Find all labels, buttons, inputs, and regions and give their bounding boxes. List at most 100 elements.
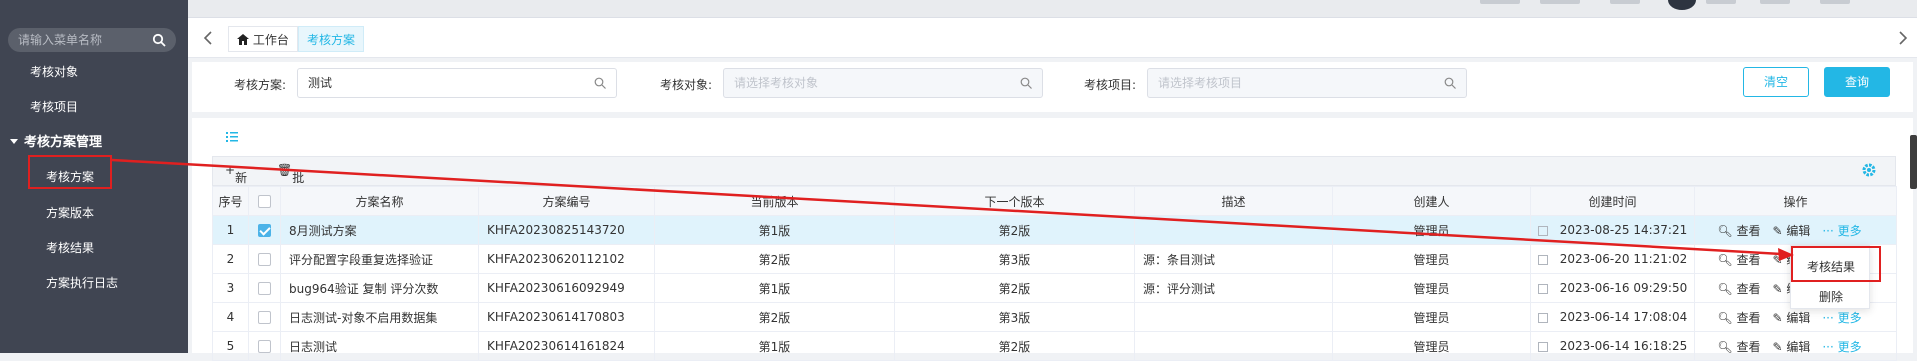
header-index: 序号: [212, 186, 249, 216]
row-creator: 管理员: [1332, 244, 1531, 274]
row-created-time: 2023-08-25 14:37:21: [1559, 223, 1688, 237]
table-row[interactable]: 4 日志测试-对象不启用数据集 KHFA20230614170803 第2版 第3版 管理…: [212, 302, 1897, 332]
more-button[interactable]: ··· 更多: [1822, 340, 1861, 354]
row-created-time: 2023-06-14 16:18:25: [1559, 339, 1688, 353]
table-row[interactable]: 3 bug964验证 复制 评分次数 KHFA20230616092949 第1版 第2…: [212, 273, 1897, 303]
item-filter-placeholder: 请选择考核项目: [1158, 76, 1243, 90]
side-scroll-handle[interactable]: [1910, 135, 1917, 189]
header-tool[interactable]: [1760, 0, 1790, 4]
row-current-version: 第1版: [654, 215, 895, 245]
view-button[interactable]: 🔍︎ 查看: [1717, 311, 1760, 325]
header-tool[interactable]: [1820, 0, 1850, 4]
row-creator: 管理员: [1332, 215, 1531, 245]
table-panel: + 新增 🗑 批量删除 序号 方案名称 方案编号 当前版本 下一个版本 描述 创…: [192, 118, 1913, 361]
view-button[interactable]: 🔍︎ 查看: [1717, 282, 1760, 296]
row-name: 日志测试: [280, 331, 479, 361]
row-select[interactable]: [248, 302, 281, 332]
sidebar-item-result[interactable]: 考核结果: [46, 239, 94, 256]
tab-assessment-plan[interactable]: 考核方案: [298, 26, 365, 52]
sidebar-item-execution-log[interactable]: 方案执行日志: [46, 274, 118, 291]
view-button[interactable]: 🔍︎ 查看: [1717, 340, 1760, 354]
header-tool[interactable]: [1540, 0, 1580, 4]
row-created-time-cell: 2023-06-20 11:21:02: [1530, 244, 1695, 274]
clear-button[interactable]: 清空: [1743, 67, 1809, 97]
query-button[interactable]: 查询: [1824, 67, 1890, 97]
row-index: 5: [212, 331, 249, 361]
gear-icon[interactable]: [1861, 162, 1877, 178]
row-checkbox[interactable]: [258, 282, 271, 295]
header-tool[interactable]: [1610, 0, 1640, 4]
sidebar-item-assessment-object[interactable]: 考核对象: [30, 63, 78, 80]
tab-home[interactable]: 工作台: [228, 26, 298, 52]
header-code: 方案编号: [478, 186, 655, 216]
row-current-version: 第1版: [654, 331, 895, 361]
row-creator: 管理员: [1332, 273, 1531, 303]
table-toolbar: + 新增 🗑 批量删除: [212, 156, 1896, 236]
row-index: 1: [212, 215, 249, 245]
select-all-checkbox[interactable]: [258, 195, 271, 208]
row-checkbox[interactable]: [258, 224, 271, 237]
search-icon[interactable]: [1444, 77, 1456, 89]
menu-search-input[interactable]: 请输入菜单名称: [8, 28, 176, 52]
filter-panel: 考核方案: 测试 考核对象: 请选择考核对象 考核项目: 请选择考核项目 清空 …: [192, 62, 1913, 112]
table-row[interactable]: 5 日志测试 KHFA20230614161824 第1版 第2版 管理员 2023-06-…: [212, 331, 1897, 361]
tabs-bar: 工作台 考核方案: [188, 18, 1917, 58]
view-button[interactable]: 🔍︎ 查看: [1717, 224, 1760, 238]
calendar-icon: [1537, 225, 1548, 236]
edit-label: 编辑: [1786, 223, 1811, 238]
row-select[interactable]: [248, 331, 281, 361]
more-button[interactable]: ··· 更多: [1822, 311, 1861, 325]
sidebar-item-assessment-item[interactable]: 考核项目: [30, 98, 78, 115]
chevron-left-icon[interactable]: [200, 28, 216, 48]
edit-button[interactable]: ✎ 编辑: [1772, 224, 1810, 238]
plan-filter-value: 测试: [308, 76, 333, 90]
search-icon[interactable]: [1020, 77, 1032, 89]
plan-filter-input[interactable]: 测试: [297, 68, 617, 98]
object-filter-input[interactable]: 请选择考核对象: [723, 68, 1043, 98]
menu-item-delete[interactable]: 删除: [1791, 288, 1871, 305]
row-name: 8月测试方案: [280, 215, 479, 245]
chevron-right-icon[interactable]: [1895, 28, 1911, 48]
more-button[interactable]: ··· 更多: [1822, 224, 1861, 238]
header-tool[interactable]: [1480, 0, 1520, 4]
row-select[interactable]: [248, 215, 281, 245]
row-created-time-cell: 2023-06-14 17:08:04: [1530, 302, 1695, 332]
row-index: 2: [212, 244, 249, 274]
header-description: 描述: [1134, 186, 1333, 216]
header-select-all[interactable]: [248, 186, 281, 216]
avatar[interactable]: [1668, 0, 1696, 10]
row-checkbox[interactable]: [258, 340, 271, 353]
view-label: 查看: [1736, 281, 1761, 296]
row-checkbox[interactable]: [258, 253, 271, 266]
row-index: 3: [212, 273, 249, 303]
row-code: KHFA20230614161824: [478, 331, 655, 361]
item-filter-input[interactable]: 请选择考核项目: [1147, 68, 1467, 98]
row-next-version: 第2版: [894, 331, 1135, 361]
search-icon[interactable]: [594, 77, 606, 89]
header-tool[interactable]: [1706, 0, 1736, 4]
calendar-icon: [1537, 312, 1548, 323]
table-header-row: 序号 方案名称 方案编号 当前版本 下一个版本 描述 创建人 创建时间 操作: [212, 186, 1897, 216]
row-select[interactable]: [248, 244, 281, 274]
row-actions: 🔍︎ 查看 ✎ 编辑 ··· 更多: [1694, 215, 1897, 245]
sidebar-group-plan-management[interactable]: 考核方案管理: [10, 131, 102, 150]
calendar-icon: [1537, 341, 1548, 352]
row-select[interactable]: [248, 273, 281, 303]
table-row[interactable]: 1 8月测试方案 KHFA20230825143720 第1版 第2版 管理员 2023-0…: [212, 215, 1897, 245]
list-toggle-icon[interactable]: [226, 132, 238, 142]
row-code: KHFA20230620112102: [478, 244, 655, 274]
sidebar-item-plan-version[interactable]: 方案版本: [46, 204, 94, 221]
view-label: 查看: [1736, 252, 1761, 267]
add-button[interactable]: + 新增: [225, 163, 247, 202]
row-code: KHFA20230616092949: [478, 273, 655, 303]
row-description: 源：评分测试: [1134, 273, 1333, 303]
table-row[interactable]: 2 评分配置字段重复选择验证 KHFA20230620112102 第2版 第3版 源：条…: [212, 244, 1897, 274]
row-checkbox[interactable]: [258, 311, 271, 324]
batch-delete-button[interactable]: 🗑 批量删除: [277, 163, 304, 236]
edit-button[interactable]: ✎ 编辑: [1772, 340, 1810, 354]
row-created-time: 2023-06-16 09:29:50: [1559, 281, 1688, 295]
view-label: 查看: [1736, 223, 1761, 238]
view-button[interactable]: 🔍︎ 查看: [1717, 253, 1760, 267]
edit-button[interactable]: ✎ 编辑: [1772, 311, 1810, 325]
search-icon[interactable]: [152, 33, 166, 47]
